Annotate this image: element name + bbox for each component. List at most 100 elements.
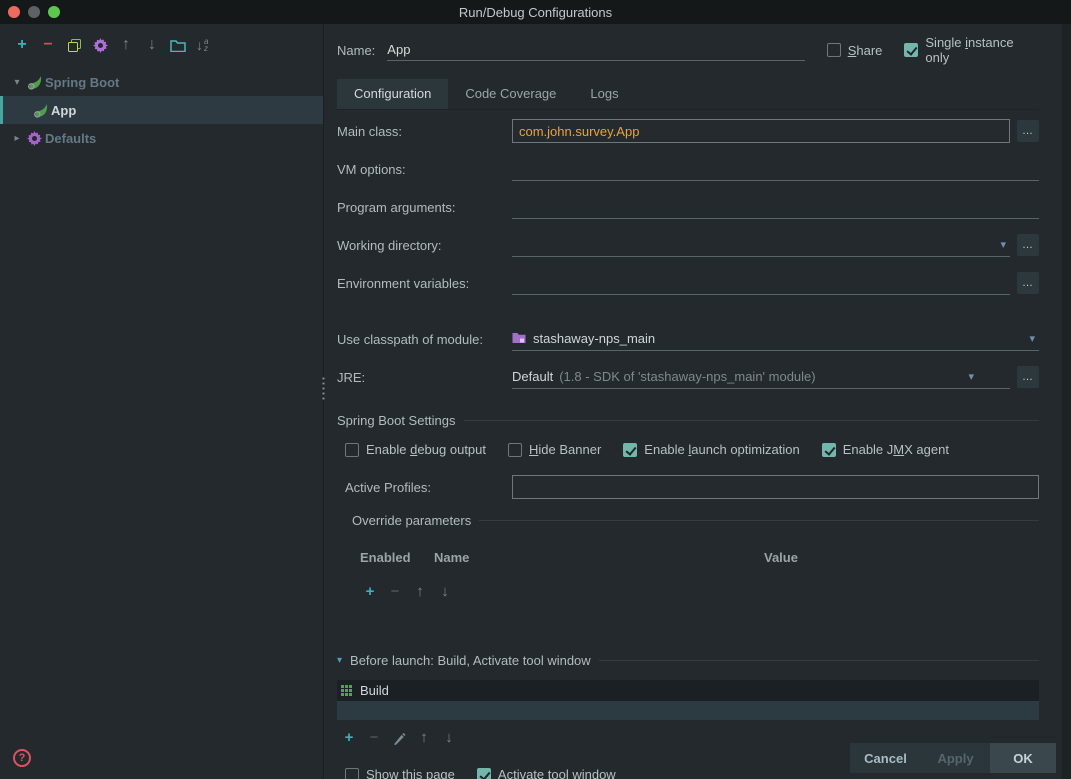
main-class-browse-button[interactable]: … (1017, 120, 1039, 142)
run-debug-configurations-dialog: Run/Debug Configurations + − ↑ ↓ ↓ az ▾ … (0, 0, 1071, 779)
checkbox-box[interactable] (826, 43, 841, 57)
jre-select[interactable]: Default (1.8 - SDK of 'stashaway-nps_mai… (512, 365, 1010, 389)
checkbox-box[interactable] (345, 767, 359, 779)
move-parameter-up-icon[interactable]: ↑ (412, 583, 428, 601)
tree-item-label: Defaults (45, 130, 97, 146)
help-icon[interactable]: ? (13, 749, 31, 767)
tree-item-app[interactable]: App (0, 96, 323, 124)
module-icon (512, 332, 527, 346)
working-directory-browse-button[interactable]: … (1017, 234, 1039, 256)
table-toolbar: + − ↑ ↓ (352, 575, 1039, 615)
add-configuration-icon[interactable]: + (14, 36, 30, 54)
move-task-up-icon[interactable]: ↑ (416, 729, 432, 747)
column-header-value: Value (764, 550, 798, 565)
jre-browse-button[interactable]: … (1017, 366, 1039, 388)
working-directory-input[interactable]: ▾ (512, 233, 1010, 257)
before-launch-title: Before launch: Build, Activate tool wind… (350, 653, 591, 668)
name-input[interactable]: App (387, 39, 805, 61)
collapse-chevron-icon[interactable]: ▾ (337, 655, 342, 666)
remove-configuration-icon[interactable]: − (40, 36, 56, 54)
table-header-row: Enabled Name Value (352, 540, 1039, 575)
vm-options-label: VM options: (337, 161, 406, 177)
before-launch-task-list: Build (337, 680, 1039, 720)
cancel-button[interactable]: Cancel (850, 743, 921, 773)
spring-boot-settings-separator: Spring Boot Settings (337, 413, 1039, 428)
tab-logs[interactable]: Logs (573, 79, 635, 109)
show-this-page-checkbox[interactable]: Show this page (345, 767, 455, 779)
single-instance-only-checkbox[interactable]: Single instance only (904, 35, 1039, 65)
defaults-gear-icon (26, 130, 42, 146)
tree-item-defaults[interactable]: ▸ Defaults (0, 124, 323, 152)
column-header-name: Name (434, 550, 470, 565)
add-parameter-icon[interactable]: + (362, 583, 378, 601)
checkbox-box[interactable] (904, 43, 919, 57)
environment-variables-browse-button[interactable]: … (1017, 272, 1039, 294)
chevron-down-icon[interactable]: ▾ (10, 77, 24, 88)
enable-debug-output-checkbox[interactable]: Enable debug output (345, 442, 486, 457)
dropdown-arrow-icon[interactable]: ▾ (1029, 334, 1035, 345)
checkbox-box[interactable] (623, 442, 638, 457)
vm-options-input[interactable] (512, 157, 1039, 181)
checkbox-box[interactable] (476, 767, 491, 779)
copy-configuration-icon[interactable] (66, 36, 82, 54)
move-up-icon[interactable]: ↑ (118, 36, 134, 54)
program-arguments-label: Program arguments: (337, 199, 456, 215)
build-task-icon (341, 684, 353, 697)
apply-button[interactable]: Apply (921, 743, 990, 773)
move-down-icon[interactable]: ↓ (144, 36, 160, 54)
tree-item-spring-boot[interactable]: ▾ Spring Boot (0, 68, 323, 96)
move-parameter-down-icon[interactable]: ↓ (437, 583, 453, 601)
name-row: Name: App Share Single instance only (337, 35, 1039, 65)
active-profiles-input[interactable] (512, 475, 1039, 499)
sort-configurations-icon[interactable]: ↓ az (196, 37, 208, 53)
right-gutter (1062, 24, 1071, 779)
editor-tabs: Configuration Code Coverage Logs (337, 79, 1039, 110)
main-class-input[interactable]: com.john.survey.App (512, 119, 1010, 143)
window-title: Run/Debug Configurations (458, 4, 613, 20)
dropdown-arrow-icon[interactable]: ▾ (1000, 240, 1006, 251)
edit-defaults-gear-icon[interactable] (92, 36, 108, 54)
module-classpath-select[interactable]: stashaway-nps_main ▾ (512, 327, 1039, 351)
tab-code-coverage[interactable]: Code Coverage (448, 79, 573, 109)
add-task-icon[interactable]: + (341, 729, 357, 747)
share-checkbox[interactable]: Share (826, 43, 882, 58)
dropdown-arrow-icon[interactable]: ▾ (968, 372, 974, 383)
hide-banner-checkbox[interactable]: Hide Banner (508, 442, 601, 457)
enable-jmx-agent-checkbox[interactable]: Enable JMX agent (821, 442, 949, 457)
checkbox-box[interactable] (345, 442, 359, 457)
override-parameters-separator: Override parameters (352, 513, 1039, 528)
remove-task-icon[interactable]: − (366, 729, 382, 747)
jre-hint: (1.8 - SDK of 'stashaway-nps_main' modul… (559, 369, 816, 384)
spring-boot-options: Enable debug output Hide Banner Enable l… (345, 442, 1039, 457)
enable-launch-optimization-checkbox[interactable]: Enable launch optimization (623, 442, 800, 457)
name-label: Name: (337, 42, 376, 58)
task-row-selected-empty[interactable] (337, 701, 1039, 720)
new-folder-icon[interactable] (170, 36, 186, 54)
main-class-label: Main class: (337, 123, 403, 139)
configurations-sidebar: + − ↑ ↓ ↓ az ▾ Spring Boot App ▸ Default… (0, 24, 323, 779)
active-profiles-label: Active Profiles: (345, 479, 431, 495)
spring-boot-settings-title: Spring Boot Settings (337, 413, 456, 428)
tab-configuration[interactable]: Configuration (337, 79, 449, 109)
activate-tool-window-checkbox[interactable]: Activate tool window (476, 767, 616, 779)
checkbox-box[interactable] (821, 442, 836, 457)
tree-item-label: App (51, 102, 77, 118)
environment-variables-label: Environment variables: (337, 275, 470, 291)
program-arguments-input[interactable] (512, 195, 1039, 219)
task-row-build[interactable]: Build (337, 680, 1039, 701)
move-task-down-icon[interactable]: ↓ (441, 729, 457, 747)
checkbox-box[interactable] (508, 442, 523, 457)
before-launch-separator: ▾ Before launch: Build, Activate tool wi… (337, 653, 1039, 668)
spring-boot-icon (26, 74, 42, 90)
edit-task-pencil-icon[interactable] (391, 729, 407, 747)
remove-parameter-icon[interactable]: − (387, 583, 403, 601)
ok-button[interactable]: OK (990, 743, 1056, 773)
override-parameters-table: Enabled Name Value + − ↑ ↓ (352, 540, 1039, 615)
tree-item-label: Spring Boot (45, 74, 120, 90)
configuration-editor-panel: Name: App Share Single instance only Con… (324, 24, 1053, 779)
environment-variables-input[interactable] (512, 271, 1010, 295)
dialog-buttons: Cancel Apply OK (850, 743, 1056, 773)
title-bar: Run/Debug Configurations (0, 0, 1071, 24)
module-classpath-label: Use classpath of module: (337, 331, 483, 347)
chevron-right-icon[interactable]: ▸ (10, 133, 24, 144)
